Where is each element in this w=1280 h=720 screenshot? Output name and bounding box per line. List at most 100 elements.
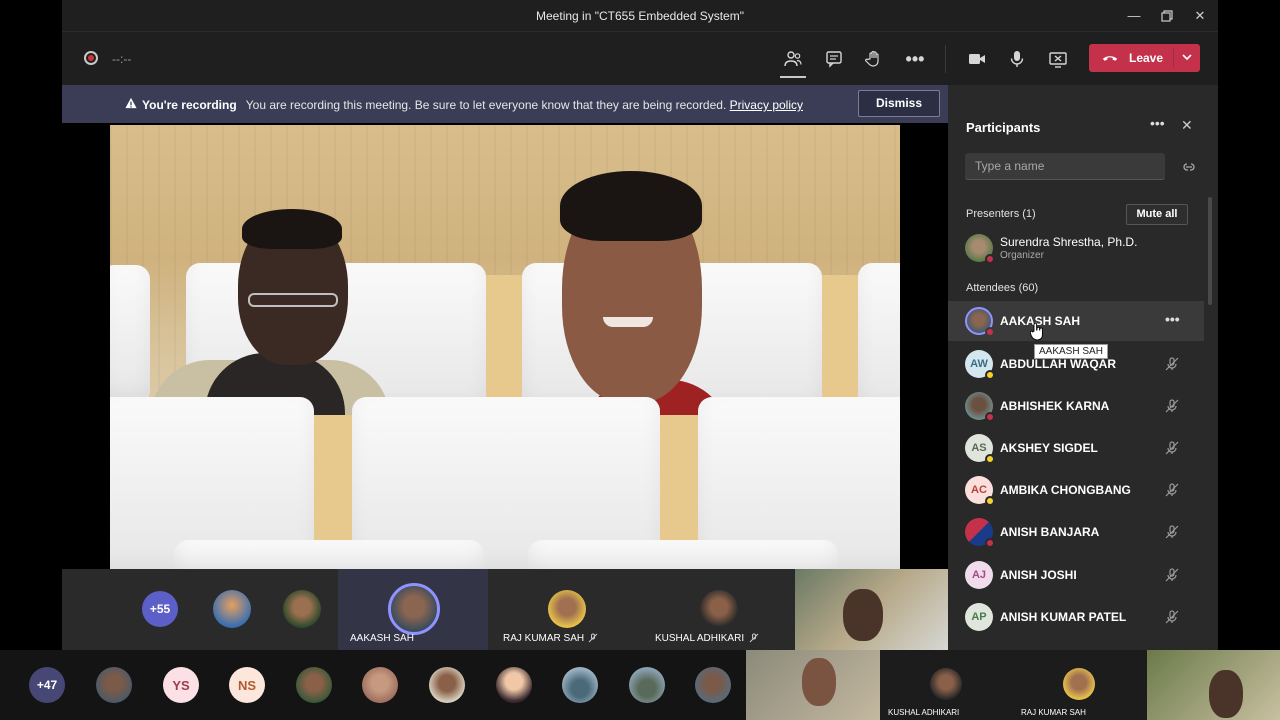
status-badge <box>985 412 995 422</box>
leave-separator <box>1173 48 1174 68</box>
avatar[interactable]: NS <box>229 667 265 703</box>
avatar[interactable] <box>283 590 321 628</box>
camera-icon[interactable] <box>963 45 991 73</box>
overflow-count-badge[interactable]: +47 <box>29 667 65 703</box>
panel-title: Participants <box>966 120 1041 135</box>
status-badge <box>985 454 995 464</box>
mic-off-icon[interactable] <box>1164 440 1180 456</box>
tile-name: KUSHAL ADHIKARI <box>888 708 960 717</box>
video-stage <box>62 123 948 569</box>
mic-off-icon[interactable] <box>1164 524 1180 540</box>
main-video-feed <box>110 125 900 569</box>
avatar[interactable] <box>562 667 598 703</box>
close-icon[interactable]: ✕ <box>1181 117 1193 134</box>
recording-title: You're recording <box>142 98 237 112</box>
avatar[interactable] <box>496 667 532 703</box>
video-thumbnail[interactable]: KUSHAL ADHIKARI <box>880 650 1013 720</box>
attendees-header[interactable]: Attendees (60) <box>966 282 1038 294</box>
attendee-row[interactable]: AP ANISH KUMAR PATEL <box>948 597 1204 637</box>
mute-all-button[interactable]: Mute all <box>1126 204 1188 225</box>
hand-cursor-icon <box>1030 322 1043 341</box>
letterbox-left <box>0 0 62 650</box>
dismiss-button[interactable]: Dismiss <box>858 90 940 117</box>
avatar[interactable] <box>296 667 332 703</box>
more-actions-icon[interactable]: ••• <box>901 45 929 73</box>
share-screen-icon[interactable] <box>1044 45 1072 73</box>
microphone-icon[interactable] <box>1003 45 1031 73</box>
window-title: Meeting in "CT655 Embedded System" <box>536 9 744 23</box>
close-window-icon[interactable]: ✕ <box>1190 6 1210 26</box>
video-thumbnail[interactable] <box>795 569 948 650</box>
recording-message: You're recording You are recording this … <box>142 98 803 112</box>
status-badge <box>985 538 995 548</box>
warning-icon <box>125 97 137 109</box>
teams-meeting-window: Meeting in "CT655 Embedded System" — ✕ -… <box>62 0 1218 650</box>
avatar[interactable] <box>362 667 398 703</box>
tile-name: AAKASH SAH <box>350 633 414 644</box>
status-badge <box>985 370 995 380</box>
participants-icon[interactable] <box>779 45 807 73</box>
attendee-name: ANISH JOSHI <box>1000 568 1077 582</box>
recording-text: You are recording this meeting. Be sure … <box>245 98 727 112</box>
mic-off-icon[interactable] <box>1164 482 1180 498</box>
more-options-icon[interactable]: ••• <box>1165 311 1180 327</box>
avatar <box>930 668 962 700</box>
letterbox-right <box>1218 0 1280 650</box>
status-badge <box>985 496 995 506</box>
mic-off-icon <box>749 633 759 643</box>
recording-banner: You're recording You are recording this … <box>62 85 948 123</box>
presenter-role: Organizer <box>1000 250 1044 261</box>
video-thumbnail[interactable]: RAJ KUMAR SAH <box>1013 650 1147 720</box>
attendee-row[interactable]: AS AKSHEY SIGDEL <box>948 428 1204 468</box>
name-tooltip: AAKASH SAH <box>1034 344 1108 359</box>
avatar[interactable] <box>96 667 132 703</box>
presenters-header[interactable]: Presenters (1) <box>966 208 1036 220</box>
presenter-row[interactable]: Surendra Shrestha, Ph.D. Organizer <box>948 228 1204 268</box>
mic-off-icon[interactable] <box>1164 356 1180 372</box>
avatar <box>388 583 440 635</box>
avatar[interactable] <box>700 590 738 628</box>
attendee-row[interactable]: AAKASH SAH ••• <box>948 301 1204 341</box>
restore-icon[interactable] <box>1157 6 1177 26</box>
avatar[interactable] <box>695 667 731 703</box>
attendee-row[interactable]: ANISH BANJARA <box>948 512 1204 552</box>
attendee-row[interactable]: AC AMBIKA CHONGBANG <box>948 470 1204 510</box>
avatar[interactable] <box>548 590 586 628</box>
avatar[interactable] <box>429 667 465 703</box>
minimize-icon[interactable]: — <box>1124 6 1144 26</box>
tile-name: RAJ KUMAR SAH <box>503 633 585 644</box>
chat-icon[interactable] <box>820 45 848 73</box>
tile-name: RAJ KUMAR SAH <box>1021 708 1086 717</box>
attendee-name: AMBIKA CHONGBANG <box>1000 483 1131 497</box>
participants-active-indicator <box>780 76 806 78</box>
avatar[interactable] <box>213 590 251 628</box>
mic-off-icon[interactable] <box>1164 567 1180 583</box>
scrollbar[interactable] <box>1208 197 1212 305</box>
attendee-name: ANISH BANJARA <box>1000 525 1100 539</box>
overflow-count-badge[interactable]: +55 <box>142 591 178 627</box>
participants-panel: Participants ••• ✕ Presenters (1) Mute a… <box>948 85 1218 650</box>
panel-more-icon[interactable]: ••• <box>1150 115 1165 131</box>
participant-strip: +55 AAKASH SAH RAJ KUMAR SAH KUSHAL ADHI… <box>62 569 948 650</box>
attendee-name: ABHISHEK KARNA <box>1000 399 1110 413</box>
avatar[interactable]: YS <box>163 667 199 703</box>
avatar <box>1063 668 1095 700</box>
privacy-policy-link[interactable]: Privacy policy <box>730 98 803 112</box>
mic-off-icon[interactable] <box>1164 398 1180 414</box>
bottom-gallery-strip: +47 YS NS KUSHAL ADHIKARI RAJ KUMAR SAH <box>0 650 1280 720</box>
chevron-down-icon[interactable] <box>1180 50 1194 64</box>
raise-hand-icon[interactable] <box>860 45 888 73</box>
recording-indicator-icon <box>84 51 98 65</box>
status-badge <box>985 327 995 337</box>
avatar: AJ <box>965 561 993 589</box>
avatar[interactable] <box>629 667 665 703</box>
video-thumbnail[interactable] <box>746 650 880 720</box>
attendee-row[interactable]: ABHISHEK KARNA <box>948 386 1204 426</box>
mic-off-icon[interactable] <box>1164 609 1180 625</box>
avatar: AP <box>965 603 993 631</box>
video-thumbnail[interactable] <box>1147 650 1280 720</box>
leave-button[interactable]: Leave <box>1089 44 1200 72</box>
search-input[interactable] <box>965 153 1165 180</box>
share-invite-icon[interactable] <box>1181 159 1197 175</box>
attendee-row[interactable]: AJ ANISH JOSHI <box>948 555 1204 595</box>
